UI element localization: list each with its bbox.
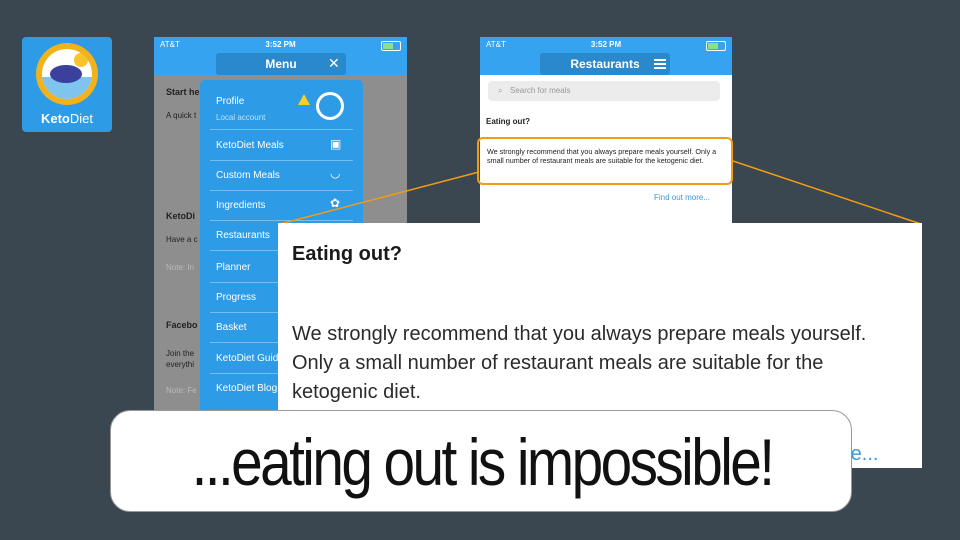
zoom-heading: Eating out? [292, 243, 402, 265]
zoom-body: We strongly recommend that you always pr… [292, 323, 867, 403]
caption-box: ...eating out is impossible! [110, 410, 852, 512]
caption-text: ...eating out is impossible! [191, 425, 775, 499]
